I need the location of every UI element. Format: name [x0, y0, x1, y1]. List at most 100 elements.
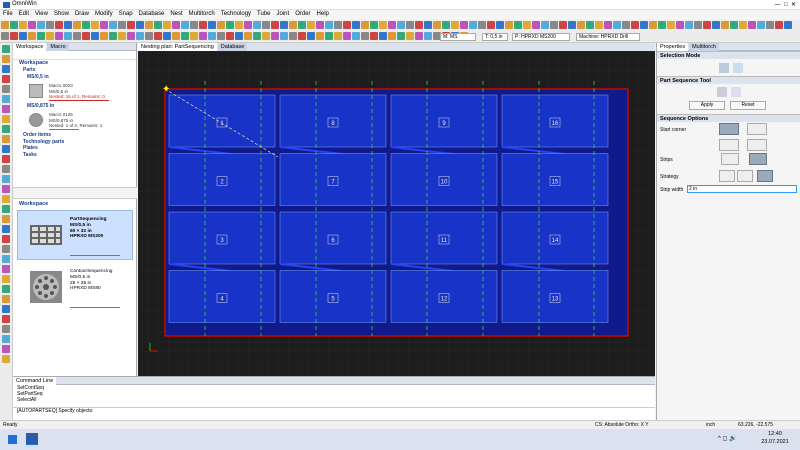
- draw-tool-icon[interactable]: [2, 205, 10, 213]
- toolbar-tool-icon[interactable]: [298, 32, 306, 40]
- menu-database[interactable]: Database: [136, 10, 168, 18]
- toolbar-tool-icon[interactable]: [127, 21, 135, 29]
- menu-nest[interactable]: Nest: [167, 10, 185, 18]
- toolbar-tool-icon[interactable]: [388, 32, 396, 40]
- toolbar-tool-icon[interactable]: [451, 21, 459, 29]
- toolbar-tool-icon[interactable]: [199, 32, 207, 40]
- toolbar-tool-icon[interactable]: [136, 21, 144, 29]
- toolbar-tool-icon[interactable]: [424, 32, 432, 40]
- machine-select[interactable]: Machine: HPRXD Drill: [576, 33, 640, 41]
- toolbar-tool-icon[interactable]: [127, 32, 135, 40]
- toolbar-tool-icon[interactable]: [28, 21, 36, 29]
- toolbar-tool-icon[interactable]: [325, 21, 333, 29]
- draw-tool-icon[interactable]: [2, 295, 10, 303]
- toolbar-tool-icon[interactable]: [19, 32, 27, 40]
- tab-macro[interactable]: Macro: [47, 43, 69, 51]
- toolbar-tool-icon[interactable]: [622, 21, 630, 29]
- sequence-tool-icon[interactable]: [717, 87, 727, 97]
- menu-help[interactable]: Help: [314, 10, 332, 18]
- toolbar-tool-icon[interactable]: [343, 32, 351, 40]
- toolbar-tool-icon[interactable]: [28, 32, 36, 40]
- toolbar-tool-icon[interactable]: [703, 21, 711, 29]
- toolbar-tool-icon[interactable]: [226, 32, 234, 40]
- toolbar-tool-icon[interactable]: [145, 21, 153, 29]
- toolbar-tool-icon[interactable]: [298, 21, 306, 29]
- tab-workspace[interactable]: Workspace: [13, 43, 47, 51]
- toolbar-tool-icon[interactable]: [388, 21, 396, 29]
- toolbar-tool-icon[interactable]: [100, 32, 108, 40]
- tab-command-line[interactable]: Command Line: [13, 377, 57, 385]
- strategy-option-2[interactable]: [737, 170, 753, 182]
- toolbar-tool-icon[interactable]: [64, 21, 72, 29]
- toolbar-tool-icon[interactable]: [235, 32, 243, 40]
- tree-group-1[interactable]: MS/0,5 in: [13, 74, 136, 81]
- macro-item-1[interactable]: Macro 0023 MS/0,5 in Nested: 16 of 1, Rema…: [27, 81, 136, 103]
- toolbar-tool-icon[interactable]: [523, 21, 531, 29]
- toolbar-tool-icon[interactable]: [415, 21, 423, 29]
- menu-joint[interactable]: Joint: [274, 10, 293, 18]
- toolbar-tool-icon[interactable]: [55, 21, 63, 29]
- toolbar-tool-icon[interactable]: [721, 21, 729, 29]
- sequence-tool-alt-icon[interactable]: [731, 87, 741, 97]
- toolbar-tool-icon[interactable]: [37, 32, 45, 40]
- toolbar-tool-icon[interactable]: [559, 21, 567, 29]
- toolbar-tool-icon[interactable]: [244, 32, 252, 40]
- toolbar-tool-icon[interactable]: [262, 21, 270, 29]
- toolbar-tool-icon[interactable]: [109, 21, 117, 29]
- toolbar-tool-icon[interactable]: [334, 21, 342, 29]
- toolbar-tool-icon[interactable]: [352, 32, 360, 40]
- process-select[interactable]: P: HPRXD MS200: [512, 33, 570, 41]
- draw-tool-icon[interactable]: [2, 325, 10, 333]
- draw-tool-icon[interactable]: [2, 195, 10, 203]
- toolbar-tool-icon[interactable]: [685, 21, 693, 29]
- draw-tool-icon[interactable]: [2, 335, 10, 343]
- toolbar-tool-icon[interactable]: [280, 21, 288, 29]
- toolbar-tool-icon[interactable]: [757, 21, 765, 29]
- menu-draw[interactable]: Draw: [72, 10, 92, 18]
- toolbar-tool-icon[interactable]: [424, 21, 432, 29]
- macro-item-2[interactable]: Macro 0125 MS/0,875 in Nested: 1 of 2, Rem…: [27, 110, 136, 132]
- toolbar-tool-icon[interactable]: [181, 21, 189, 29]
- toolbar-tool-icon[interactable]: [253, 32, 261, 40]
- draw-tool-icon[interactable]: [2, 345, 10, 353]
- corner-top-right-option[interactable]: [747, 123, 767, 135]
- toolbar-tool-icon[interactable]: [118, 32, 126, 40]
- toolbar-tool-icon[interactable]: [505, 21, 513, 29]
- toolbar-tool-icon[interactable]: [541, 21, 549, 29]
- draw-tool-icon[interactable]: [2, 95, 10, 103]
- toolbar-tool-icon[interactable]: [136, 32, 144, 40]
- toolbar-tool-icon[interactable]: [271, 21, 279, 29]
- draw-tool-icon[interactable]: [2, 145, 10, 153]
- draw-tool-icon[interactable]: [2, 355, 10, 363]
- toolbar-tool-icon[interactable]: [226, 21, 234, 29]
- draw-tool-icon[interactable]: [2, 235, 10, 243]
- draw-tool-icon[interactable]: [2, 245, 10, 253]
- draw-tool-icon[interactable]: [2, 215, 10, 223]
- toolbar-tool-icon[interactable]: [658, 21, 666, 29]
- toolbar-tool-icon[interactable]: [19, 21, 27, 29]
- toolbar-tool-icon[interactable]: [406, 32, 414, 40]
- corner-bottom-right-option[interactable]: [747, 139, 767, 151]
- toolbar-tool-icon[interactable]: [199, 21, 207, 29]
- toolbar-tool-icon[interactable]: [370, 32, 378, 40]
- toolbar-tool-icon[interactable]: [586, 21, 594, 29]
- menu-view[interactable]: View: [32, 10, 51, 18]
- reset-button[interactable]: Reset: [730, 101, 766, 110]
- toolbar-tool-icon[interactable]: [289, 21, 297, 29]
- draw-tool-icon[interactable]: [2, 305, 10, 313]
- select-mode-icon[interactable]: [719, 63, 729, 73]
- toolbar-tool-icon[interactable]: [91, 32, 99, 40]
- toolbar-tool-icon[interactable]: [235, 21, 243, 29]
- toolbar-tool-icon[interactable]: [478, 21, 486, 29]
- draw-tool-icon[interactable]: [2, 85, 10, 93]
- toolbar-tool-icon[interactable]: [370, 21, 378, 29]
- strategy-option-1[interactable]: [719, 170, 735, 182]
- toolbar-tool-icon[interactable]: [640, 21, 648, 29]
- toolbar-tool-icon[interactable]: [64, 32, 72, 40]
- toolbar-tool-icon[interactable]: [307, 21, 315, 29]
- tab-database[interactable]: Database: [217, 43, 248, 51]
- window-select-icon[interactable]: [733, 63, 743, 73]
- toolbar-tool-icon[interactable]: [163, 32, 171, 40]
- menu-technology[interactable]: Technology: [218, 10, 254, 18]
- toolbar-tool-icon[interactable]: [739, 21, 747, 29]
